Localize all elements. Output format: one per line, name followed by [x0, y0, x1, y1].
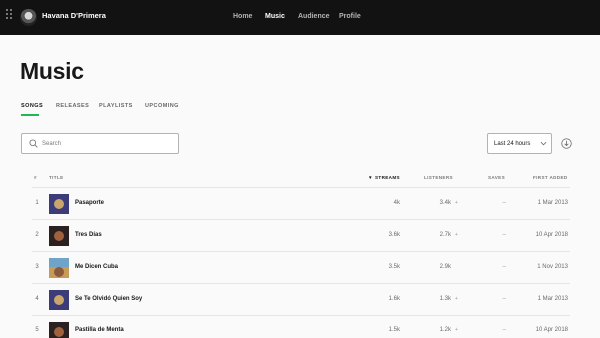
song-title[interactable]: Se Te Olvidó Quien Soy: [75, 296, 142, 302]
listeners-value: 2.9k: [439, 264, 451, 270]
first-added-value: 10 Apr 2018: [535, 232, 568, 238]
column-header-listeners[interactable]: LISTENERS: [424, 175, 453, 180]
tab-playlists[interactable]: PLAYLISTS: [99, 103, 133, 109]
streams-value: 1.5k: [388, 327, 400, 333]
trend-indicator: +: [455, 200, 458, 206]
tab-songs[interactable]: SONGS: [21, 103, 43, 109]
album-art: [49, 226, 69, 246]
search-icon: [29, 139, 38, 148]
sort-descending-icon: ▼: [368, 175, 373, 180]
song-title[interactable]: Tres Días: [75, 232, 102, 238]
table-row[interactable]: 1 Pasaporte 4k 3.4k + – 1 Mar 2013: [32, 187, 570, 219]
streams-value: 1.6k: [388, 296, 400, 302]
avatar[interactable]: [20, 9, 37, 26]
listeners-value: 1.2k: [439, 327, 451, 333]
top-bar: Havana D'Primera Home Music Audience Pro…: [0, 0, 600, 35]
row-rank: 2: [35, 232, 39, 238]
column-header-rank: #: [34, 175, 37, 180]
first-added-value: 1 Nov 2013: [537, 264, 568, 270]
search-input[interactable]: Search: [21, 133, 179, 154]
tab-upcoming[interactable]: UPCOMING: [145, 103, 179, 109]
song-title[interactable]: Pastilla de Menta: [75, 327, 124, 333]
trend-indicator: +: [455, 296, 458, 302]
table-row[interactable]: 4 Se Te Olvidó Quien Soy 1.6k 1.3k + – 1…: [32, 283, 570, 315]
table-row[interactable]: 3 Me Dicen Cuba 3.5k 2.9k – 1 Nov 2013: [32, 251, 570, 283]
first-added-value: 1 Mar 2013: [537, 296, 568, 302]
search-placeholder: Search: [42, 141, 62, 147]
artist-name[interactable]: Havana D'Primera: [42, 11, 106, 20]
saves-value: –: [502, 327, 506, 333]
nav-home[interactable]: Home: [233, 13, 252, 20]
album-art: [49, 258, 69, 278]
tab-releases[interactable]: RELEASES: [56, 103, 89, 109]
table-row[interactable]: 2 Tres Días 3.6k 2.7k + – 10 Apr 2018: [32, 219, 570, 251]
row-rank: 1: [35, 200, 39, 206]
listeners-value: 1.3k: [439, 296, 451, 302]
row-rank: 4: [35, 296, 39, 302]
grid-menu-icon[interactable]: [6, 9, 12, 27]
streams-value: 4k: [393, 200, 400, 206]
saves-value: –: [502, 296, 506, 302]
album-art: [49, 290, 69, 310]
album-art: [49, 194, 69, 214]
column-header-first-added[interactable]: FIRST ADDED: [533, 175, 568, 180]
song-title[interactable]: Me Dicen Cuba: [75, 264, 118, 270]
column-header-saves[interactable]: SAVES: [488, 175, 505, 180]
column-header-streams[interactable]: STREAMS: [375, 175, 400, 180]
trend-indicator: +: [455, 327, 458, 333]
song-title[interactable]: Pasaporte: [75, 200, 104, 206]
saves-value: –: [502, 232, 506, 238]
download-icon[interactable]: [561, 138, 572, 149]
first-added-value: 10 Apr 2018: [535, 327, 568, 333]
nav-audience[interactable]: Audience: [298, 13, 330, 20]
row-rank: 5: [35, 327, 39, 333]
saves-value: –: [502, 200, 506, 206]
active-tab-indicator: [21, 114, 39, 116]
streams-value: 3.5k: [388, 264, 400, 270]
nav-music[interactable]: Music: [265, 13, 285, 20]
chevron-down-icon: [540, 141, 547, 146]
first-added-value: 1 Mar 2013: [537, 200, 568, 206]
listeners-value: 2.7k: [439, 232, 451, 238]
streams-value: 3.6k: [388, 232, 400, 238]
nav-profile[interactable]: Profile: [339, 13, 361, 20]
trend-indicator: +: [455, 232, 458, 238]
saves-value: –: [502, 264, 506, 270]
album-art: [49, 322, 69, 338]
page-title: Music: [20, 58, 84, 84]
row-rank: 3: [35, 264, 39, 270]
listeners-value: 3.4k: [439, 200, 451, 206]
time-range-select[interactable]: Last 24 hours: [487, 133, 552, 154]
column-header-title[interactable]: TITLE: [49, 175, 64, 180]
table-row[interactable]: 5 Pastilla de Menta 1.5k 1.2k + – 10 Apr…: [32, 315, 570, 338]
time-range-value: Last 24 hours: [494, 141, 531, 147]
